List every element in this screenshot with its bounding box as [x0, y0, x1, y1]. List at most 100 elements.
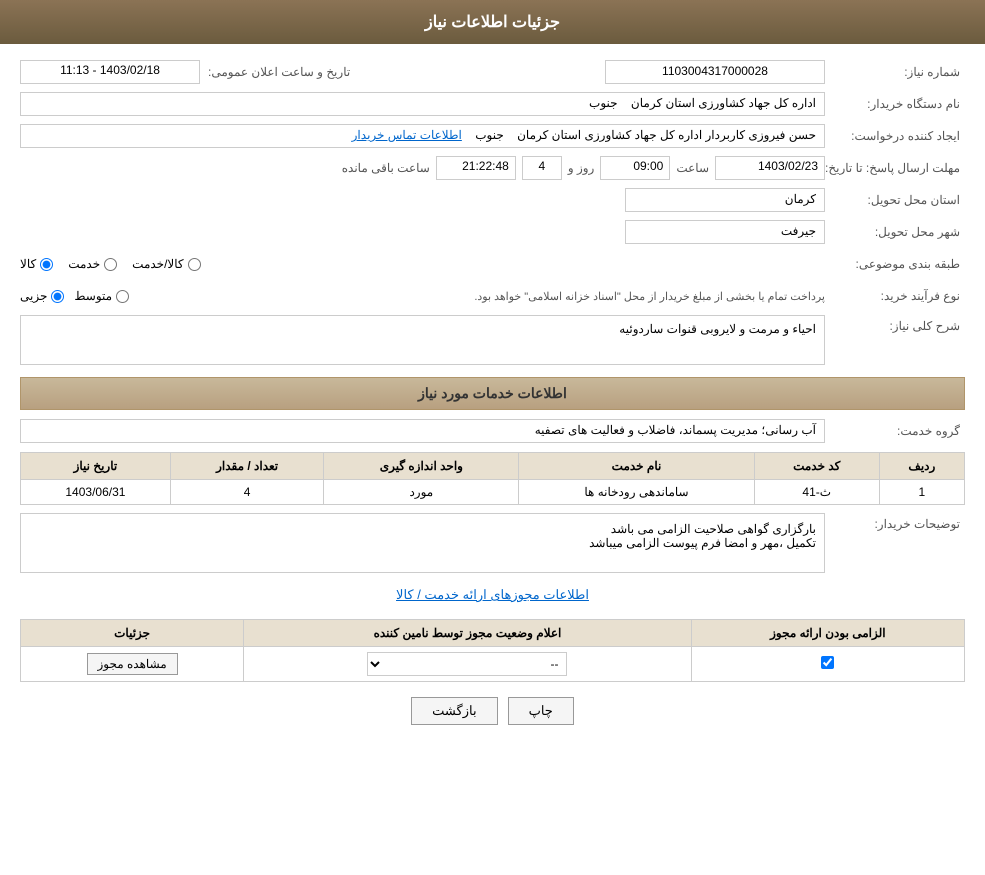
- cell-unit: مورد: [324, 480, 519, 505]
- services-section-title: اطلاعات خدمات مورد نیاز: [20, 377, 965, 410]
- col-service-name: نام خدمت: [519, 453, 755, 480]
- services-table-head: ردیف کد خدمت نام خدمت واحد اندازه گیری ت…: [21, 453, 965, 480]
- cell-row-num: 1: [879, 480, 964, 505]
- city-label: شهر محل تحویل:: [825, 225, 965, 239]
- category-kala-label: کالا: [20, 257, 36, 271]
- cell-quantity: 4: [170, 480, 324, 505]
- requester-value: حسن فیروزی کاربردار اداره کل جهاد کشاورز…: [20, 124, 825, 148]
- days-label: روز و: [568, 161, 595, 175]
- buyer-org-row: نام دستگاه خریدار: اداره کل جهاد کشاورزی…: [20, 91, 965, 117]
- description-row: شرح کلی نیاز: احیاء و مرمت و لایروبی قنو…: [20, 315, 965, 365]
- purchase-motavaset-label: متوسط: [74, 289, 112, 303]
- back-button[interactable]: بازگشت: [411, 697, 497, 725]
- category-kala-khedmat-label: کالا/خدمت: [132, 257, 183, 271]
- permissions-header-row: الزامی بودن ارائه مجوز اعلام وضعیت مجوز …: [21, 620, 965, 647]
- license-required-cell: [691, 647, 964, 682]
- view-license-button[interactable]: مشاهده مجوز: [87, 653, 178, 675]
- purchase-jozvi-radio[interactable]: [51, 290, 64, 303]
- col-need-date: تاریخ نیاز: [21, 453, 171, 480]
- province-row: استان محل تحویل: کرمان: [20, 187, 965, 213]
- col-license-required: الزامی بودن ارائه مجوز: [691, 620, 964, 647]
- purchase-jozvi-option[interactable]: جزیی: [20, 289, 64, 303]
- deadline-clock: 21:22:48: [436, 156, 516, 180]
- supplier-status-cell: --: [244, 647, 692, 682]
- service-group-label: گروه خدمت:: [825, 424, 965, 438]
- category-radio-group: کالا/خدمت خدمت کالا: [20, 257, 825, 271]
- purchase-jozvi-label: جزیی: [20, 289, 47, 303]
- purchase-motavaset-radio[interactable]: [116, 290, 129, 303]
- permissions-table-head: الزامی بودن ارائه مجوز اعلام وضعیت مجوز …: [21, 620, 965, 647]
- service-group-value: آب رسانی؛ مدیریت پسماند، فاضلاب و فعالیت…: [20, 419, 825, 443]
- services-table-header-row: ردیف کد خدمت نام خدمت واحد اندازه گیری ت…: [21, 453, 965, 480]
- permissions-link[interactable]: اطلاعات مجوزهای ارائه خدمت / کالا: [20, 579, 965, 611]
- supplier-status-select[interactable]: --: [367, 652, 567, 676]
- cell-service-name: ساماندهی رودخانه ها: [519, 480, 755, 505]
- deadline-date: 1403/02/23: [715, 156, 825, 180]
- buyer-org-label: نام دستگاه خریدار:: [825, 97, 965, 111]
- purchase-type-row: نوع فرآیند خرید: پرداخت تمام یا بخشی از …: [20, 283, 965, 309]
- need-number-label: شماره نیاز:: [825, 65, 965, 79]
- header-title: جزئیات اطلاعات نیاز: [425, 14, 560, 31]
- action-buttons: چاپ بازگشت: [20, 697, 965, 725]
- category-khedmat-radio[interactable]: [104, 258, 117, 271]
- need-number-row: شماره نیاز: 1103004317000028 تاریخ و ساع…: [20, 59, 965, 85]
- announce-date-label: تاریخ و ساعت اعلان عمومی:: [208, 65, 350, 79]
- cell-service-code: ث-41: [754, 480, 879, 505]
- requester-row: ایجاد کننده درخواست: حسن فیروزی کاربردار…: [20, 123, 965, 149]
- category-khedmat-option[interactable]: خدمت: [68, 257, 117, 271]
- buyer-notes-row: توضیحات خریدار: بارگزاری گواهی صلاحیت ال…: [20, 513, 965, 573]
- details-cell: مشاهده مجوز: [21, 647, 244, 682]
- table-row: 1 ث-41 ساماندهی رودخانه ها مورد 4 1403/0…: [21, 480, 965, 505]
- province-label: استان محل تحویل:: [825, 193, 965, 207]
- category-kala-radio[interactable]: [40, 258, 53, 271]
- description-label: شرح کلی نیاز:: [825, 315, 965, 333]
- city-value: جیرفت: [625, 220, 825, 244]
- service-group-row: گروه خدمت: آب رسانی؛ مدیریت پسماند، فاضل…: [20, 418, 965, 444]
- deadline-time: 09:00: [600, 156, 670, 180]
- buyer-notes-area: بارگزاری گواهی صلاحیت الزامی می باشد تکم…: [20, 513, 825, 573]
- page-header: جزئیات اطلاعات نیاز: [0, 0, 985, 44]
- category-row: طبقه بندی موضوعی: کالا/خدمت خدمت کالا: [20, 251, 965, 277]
- deadline-row: مهلت ارسال پاسخ: تا تاریخ: 1403/02/23 سا…: [20, 155, 965, 181]
- col-quantity: تعداد / مقدار: [170, 453, 324, 480]
- purchase-note: پرداخت تمام یا بخشی از مبلغ خریدار از مح…: [139, 290, 825, 303]
- page-wrapper: جزئیات اطلاعات نیاز شماره نیاز: 11030043…: [0, 0, 985, 875]
- services-table: ردیف کد خدمت نام خدمت واحد اندازه گیری ت…: [20, 452, 965, 505]
- need-number-value: 1103004317000028: [605, 60, 825, 84]
- category-label: طبقه بندی موضوعی:: [825, 257, 965, 271]
- purchase-type-group: متوسط جزیی: [20, 289, 129, 303]
- category-kala-khedmat-option[interactable]: کالا/خدمت: [132, 257, 200, 271]
- contact-info-link[interactable]: اطلاعات تماس خریدار: [352, 128, 462, 142]
- print-button[interactable]: چاپ: [508, 697, 574, 725]
- permissions-table: الزامی بودن ارائه مجوز اعلام وضعیت مجوز …: [20, 619, 965, 682]
- license-required-checkbox[interactable]: [821, 656, 834, 669]
- col-details: جزئیات: [21, 620, 244, 647]
- cell-need-date: 1403/06/31: [21, 480, 171, 505]
- col-unit: واحد اندازه گیری: [324, 453, 519, 480]
- deadline-values: 1403/02/23 ساعت 09:00 روز و 4 21:22:48 س…: [20, 156, 825, 180]
- permissions-row: -- مشاهده مجوز: [21, 647, 965, 682]
- description-text: احیاء و مرمت و لایروبی قنوات ساردوئیه: [20, 315, 825, 365]
- category-kala-option[interactable]: کالا: [20, 257, 53, 271]
- province-value: کرمان: [625, 188, 825, 212]
- main-content: شماره نیاز: 1103004317000028 تاریخ و ساع…: [0, 44, 985, 755]
- deadline-label: مهلت ارسال پاسخ: تا تاریخ:: [825, 161, 965, 175]
- category-khedmat-label: خدمت: [68, 257, 100, 271]
- buyer-org-value: اداره کل جهاد کشاورزی استان کرمان جنوب: [20, 92, 825, 116]
- permissions-table-body: -- مشاهده مجوز: [21, 647, 965, 682]
- announce-date-value: 1403/02/18 - 11:13: [20, 60, 200, 84]
- buyer-notes-label: توضیحات خریدار:: [825, 513, 965, 531]
- description-area: احیاء و مرمت و لایروبی قنوات ساردوئیه: [20, 315, 825, 365]
- col-row-num: ردیف: [879, 453, 964, 480]
- buyer-notes-text: بارگزاری گواهی صلاحیت الزامی می باشد تکم…: [20, 513, 825, 573]
- remaining-label: ساعت باقی مانده: [342, 161, 430, 175]
- category-kala-khedmat-radio[interactable]: [188, 258, 201, 271]
- time-label: ساعت: [676, 161, 709, 175]
- col-service-code: کد خدمت: [754, 453, 879, 480]
- requester-label: ایجاد کننده درخواست:: [825, 129, 965, 143]
- city-row: شهر محل تحویل: جیرفت: [20, 219, 965, 245]
- col-supplier-status: اعلام وضعیت مجوز توسط نامین کننده: [244, 620, 692, 647]
- purchase-motavaset-option[interactable]: متوسط: [74, 289, 129, 303]
- deadline-days: 4: [522, 156, 562, 180]
- services-table-body: 1 ث-41 ساماندهی رودخانه ها مورد 4 1403/0…: [21, 480, 965, 505]
